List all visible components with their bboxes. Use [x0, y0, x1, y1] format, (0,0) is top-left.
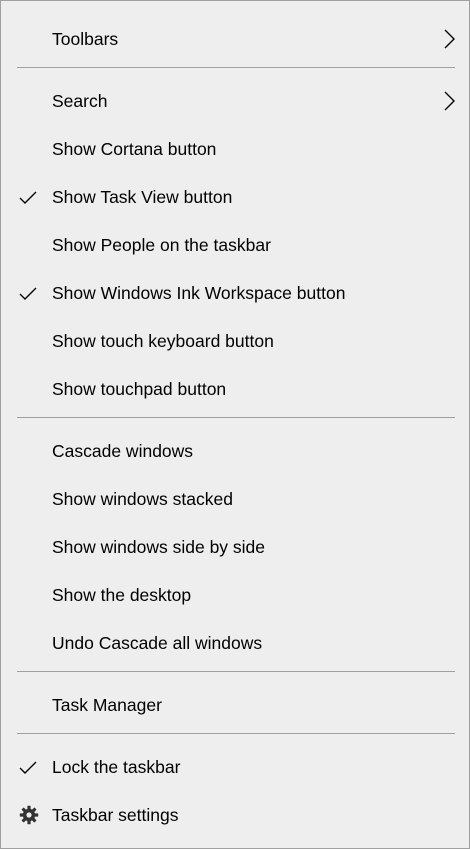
- menu-item-label: Task Manager: [52, 695, 162, 715]
- menu-item-show-task-view-button[interactable]: Show Task View button: [1, 173, 469, 221]
- menu-item-label: Show Cortana button: [52, 139, 217, 159]
- menu-item-show-windows-side-by-side[interactable]: Show windows side by side: [1, 523, 469, 571]
- menu-item-label: Lock the taskbar: [52, 757, 181, 777]
- menu-item-show-touchpad-button[interactable]: Show touchpad button: [1, 365, 469, 413]
- menu-item-label: Show windows side by side: [52, 537, 266, 557]
- menu-item-label: Show windows stacked: [52, 489, 233, 509]
- menu-item-label: Show Windows Ink Workspace button: [52, 283, 346, 303]
- menu-separator: [17, 67, 455, 68]
- checkmark-icon: [19, 191, 37, 204]
- menu-item-show-windows-stacked[interactable]: Show windows stacked: [1, 475, 469, 523]
- menu-item-label: Toolbars: [52, 29, 119, 49]
- menu-item-cascade-windows[interactable]: Cascade windows: [1, 427, 469, 475]
- menu-separator: [17, 671, 455, 672]
- menu-item-label: Search: [52, 91, 108, 111]
- menu-item-show-cortana-button[interactable]: Show Cortana button: [1, 125, 469, 173]
- menu-item-task-manager[interactable]: Task Manager: [1, 681, 469, 729]
- menu-separator: [17, 733, 455, 734]
- menu-item-show-ink-workspace-button[interactable]: Show Windows Ink Workspace button: [1, 269, 469, 317]
- checkmark-icon: [19, 761, 37, 774]
- menu-item-show-touch-keyboard-button[interactable]: Show touch keyboard button: [1, 317, 469, 365]
- menu-item-label: Taskbar settings: [52, 805, 179, 825]
- menu-item-label: Show touch keyboard button: [52, 331, 274, 351]
- gear-icon: [19, 805, 39, 825]
- menu-item-label: Cascade windows: [52, 441, 194, 461]
- chevron-right-icon: [444, 29, 455, 49]
- menu-item-label: Undo Cascade all windows: [52, 633, 263, 653]
- menu-item-undo-cascade[interactable]: Undo Cascade all windows: [1, 619, 469, 667]
- menu-separator: [17, 417, 455, 418]
- taskbar-context-menu: Toolbars Search Show Cortana button Show…: [0, 0, 470, 849]
- menu-item-label: Show People on the taskbar: [52, 235, 271, 255]
- menu-item-label: Show Task View button: [52, 187, 233, 207]
- checkmark-icon: [19, 287, 37, 300]
- menu-item-lock-the-taskbar[interactable]: Lock the taskbar: [1, 743, 469, 791]
- menu-item-label: Show touchpad button: [52, 379, 227, 399]
- menu-item-taskbar-settings[interactable]: Taskbar settings: [1, 791, 469, 839]
- menu-item-show-the-desktop[interactable]: Show the desktop: [1, 571, 469, 619]
- menu-item-search[interactable]: Search: [1, 77, 469, 125]
- menu-item-label: Show the desktop: [52, 585, 192, 605]
- chevron-right-icon: [444, 91, 455, 111]
- menu-item-toolbars[interactable]: Toolbars: [1, 15, 469, 63]
- menu-item-show-people[interactable]: Show People on the taskbar: [1, 221, 469, 269]
